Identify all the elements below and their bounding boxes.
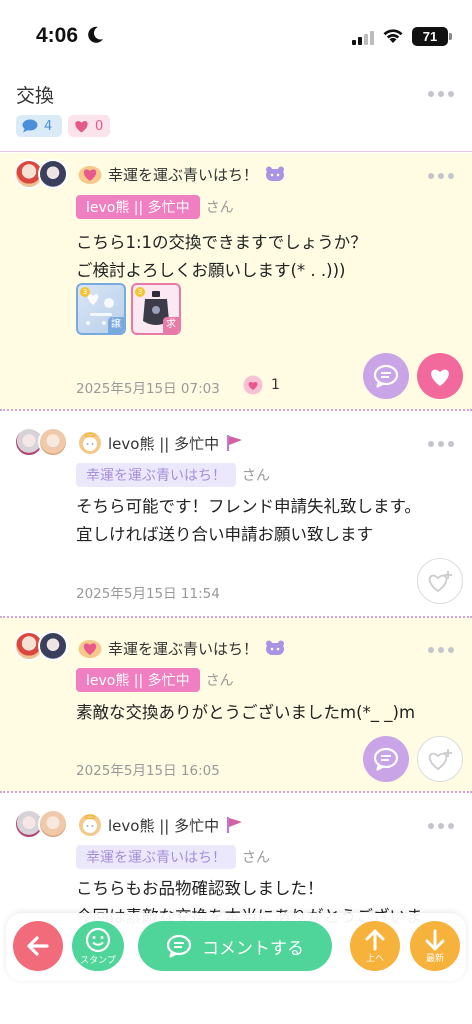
give-item-thumbnail[interactable]: 3 譲 [76, 283, 126, 335]
author-row: 幸運を運ぶ青いはち！ [78, 163, 286, 185]
reply-button[interactable] [363, 353, 409, 399]
scroll-latest-button[interactable]: 最新 [410, 921, 460, 971]
like-count-badge: 0 [68, 115, 110, 137]
arrow-up-icon [365, 929, 385, 950]
comment-date: 2025年5月15日 16:05 [76, 763, 220, 779]
arrow-down-icon [425, 929, 445, 950]
comment-text: こちら1:1の交換できますでしょうか？ ご検討よろしくお願いします(* . .)… [76, 233, 367, 280]
author-name[interactable]: 幸運を運ぶ青いはち！ [108, 638, 258, 659]
heart-badge-icon [78, 166, 102, 184]
reply-to-tag[interactable]: 幸運を運ぶ青いはち！ [76, 845, 236, 869]
flag-icon [227, 435, 243, 451]
reply-button[interactable] [363, 736, 409, 782]
status-bar: 4:06 71 [0, 0, 472, 70]
comment-item: levo熊 || 多忙中 幸運を運ぶ青いはち！ さん そちら可能です！フレンド申… [0, 411, 472, 618]
author-name[interactable]: 幸運を運ぶ青いはち！ [108, 164, 258, 185]
thread-header: 交換 4 0 [0, 72, 472, 152]
heart-icon [75, 120, 88, 133]
more-options-icon[interactable] [428, 823, 454, 829]
bear-icon [266, 640, 285, 655]
author-name[interactable]: levo熊 || 多忙中 [108, 433, 219, 454]
comment-like-count: 1 [243, 375, 280, 395]
comment-date: 2025年5月15日 11:54 [76, 586, 220, 602]
moon-icon [88, 26, 104, 48]
author-row: 幸運を運ぶ青いはち！ [78, 637, 286, 659]
item-count: 3 [80, 287, 90, 297]
chat-bubble-icon [166, 934, 192, 958]
heart-icon [243, 375, 263, 395]
reply-to-row: 幸運を運ぶ青いはち！ さん [76, 463, 270, 487]
comment-count-badge: 4 [16, 115, 62, 137]
battery-tip [449, 33, 452, 40]
battery-indicator: 71 [412, 27, 448, 46]
reply-to-tag[interactable]: levo熊 || 多忙中 [76, 195, 200, 219]
avatar[interactable] [38, 427, 68, 457]
give-badge: 譲 [108, 317, 124, 333]
avatar[interactable] [38, 631, 68, 661]
comment-item: 幸運を運ぶ青いはち！ levo熊 || 多忙中 さん 素敵な交換ありがとうござい… [0, 618, 472, 793]
stamp-label: スタンプ [80, 955, 116, 966]
heart-icon [431, 369, 449, 386]
avatar[interactable] [38, 809, 68, 839]
comment-date: 2025年5月15日 07:03 [76, 381, 220, 397]
comment-text: 素敵な交換ありがとうございましたm(*_ _)m [76, 703, 416, 722]
avatar-pair[interactable] [14, 159, 72, 191]
avatar-pair[interactable] [14, 631, 72, 663]
angel-icon [79, 432, 101, 454]
like-button[interactable] [417, 353, 463, 399]
comment-text: そちら可能です！フレンド申請失礼致します。 宜しければ送り合い申請お願い致します [76, 497, 421, 544]
scroll-top-button[interactable]: 上へ [350, 921, 400, 971]
item-count: 3 [135, 287, 145, 297]
more-options-icon[interactable] [428, 91, 454, 97]
more-options-icon[interactable] [428, 647, 454, 653]
chat-bubble-icon [373, 364, 399, 388]
add-comment-button[interactable]: コメントする [138, 921, 332, 971]
arrow-left-icon [27, 936, 49, 956]
wifi-icon [382, 27, 404, 48]
back-button[interactable] [13, 921, 63, 971]
honorific: さん [205, 673, 234, 689]
reply-to-row: 幸運を運ぶ青いはち！ さん [76, 845, 270, 869]
bottom-action-bar: スタンプ コメントする 上へ 最新 [0, 905, 472, 985]
author-row: levo熊 || 多忙中 [78, 431, 245, 455]
heart-badge-icon [78, 640, 102, 658]
flag-icon [227, 817, 243, 833]
add-comment-label: コメントする [202, 938, 304, 959]
more-options-icon[interactable] [428, 173, 454, 179]
reply-to-row: levo熊 || 多忙中 さん [76, 668, 234, 692]
like-button[interactable] [417, 558, 463, 604]
chat-bubble-icon [373, 747, 399, 771]
smiley-icon [85, 927, 111, 952]
comment-item: 幸運を運ぶ青いはち！ levo熊 || 多忙中 さん こちら1:1の交換できます… [0, 153, 472, 411]
bear-icon [266, 166, 285, 181]
reply-to-row: levo熊 || 多忙中 さん [76, 195, 234, 219]
author-row: levo熊 || 多忙中 [78, 813, 245, 837]
angel-icon [79, 814, 101, 836]
author-name[interactable]: levo熊 || 多忙中 [108, 815, 219, 836]
speech-bubble-icon [22, 119, 38, 133]
clock: 4:06 [36, 24, 79, 47]
reply-to-tag[interactable]: levo熊 || 多忙中 [76, 668, 200, 692]
reply-to-tag[interactable]: 幸運を運ぶ青いはち！ [76, 463, 236, 487]
avatar-pair[interactable] [14, 427, 72, 459]
honorific: さん [242, 468, 270, 484]
stamp-button[interactable]: スタンプ [72, 921, 124, 971]
want-item-thumbnail[interactable]: 3 求 [131, 283, 181, 335]
honorific: さん [242, 850, 270, 866]
comment-count: 4 [44, 118, 53, 134]
more-options-icon[interactable] [428, 441, 454, 447]
like-count: 0 [95, 118, 104, 134]
signal-icon [352, 30, 374, 49]
avatar[interactable] [38, 159, 68, 189]
honorific: さん [205, 200, 234, 216]
avatar-pair[interactable] [14, 809, 72, 841]
scroll-top-label: 上へ [365, 953, 384, 964]
want-badge: 求 [163, 317, 179, 333]
heart-plus-icon [428, 571, 452, 593]
heart-plus-icon [428, 749, 452, 771]
page-title: 交換 [16, 85, 55, 107]
like-button[interactable] [417, 736, 463, 782]
scroll-latest-label: 最新 [425, 953, 444, 964]
